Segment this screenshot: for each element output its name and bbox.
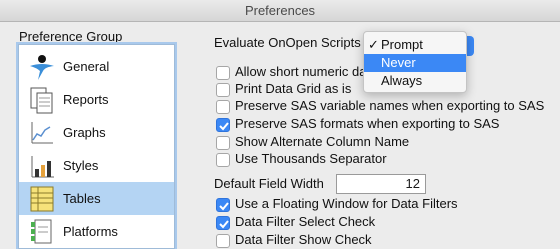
data-filter-select-check-checkbox[interactable] xyxy=(216,216,230,230)
sidebar-item-graphs[interactable]: Graphs xyxy=(19,116,174,149)
preserve-sas-formats-checkbox[interactable] xyxy=(216,118,230,132)
evaluate-onopen-menu[interactable]: ✓ Prompt Never Always xyxy=(363,31,467,93)
floating-window-filters-checkbox[interactable] xyxy=(216,198,230,212)
sidebar-item-label: Graphs xyxy=(63,125,106,140)
sidebar-item-styles[interactable]: Styles xyxy=(19,149,174,182)
menu-checkmark-icon: ✓ xyxy=(368,37,379,52)
sidebar-item-label: General xyxy=(63,59,110,74)
reports-icon xyxy=(30,87,53,114)
print-data-grid-checkbox[interactable] xyxy=(216,83,230,97)
preserve-sas-formats-label: Preserve SAS formats when exporting to S… xyxy=(235,116,500,131)
preference-group-label: Preference Group xyxy=(19,29,123,44)
platforms-icon xyxy=(31,219,52,244)
checkmark-icon xyxy=(219,220,229,229)
window-title: Preferences xyxy=(0,0,560,22)
thousands-separator-checkbox[interactable] xyxy=(216,153,230,167)
thousands-separator-label: Use Thousands Separator xyxy=(235,151,387,166)
sidebar-item-tables[interactable]: Tables xyxy=(19,182,174,215)
sidebar-item-label: Reports xyxy=(63,92,109,107)
data-filter-select-check-label: Data Filter Select Check xyxy=(235,214,376,229)
preserve-sas-names-checkbox[interactable] xyxy=(216,100,230,114)
general-icon xyxy=(30,55,54,80)
print-data-grid-label: Print Data Grid as is xyxy=(235,81,352,96)
styles-icon xyxy=(31,156,54,178)
sidebar-item-label: Styles xyxy=(63,158,99,173)
sidebar-item-general[interactable]: General xyxy=(19,50,174,83)
sidebar-item-reports[interactable]: Reports xyxy=(19,83,174,116)
checkmark-icon xyxy=(219,202,229,211)
allow-short-numeric-checkbox[interactable] xyxy=(216,66,230,80)
menu-item-never[interactable]: Never xyxy=(364,54,466,72)
sidebar-item-label: Platforms xyxy=(63,224,118,239)
allow-short-numeric-label: Allow short numeric da xyxy=(235,64,367,79)
graphs-icon xyxy=(31,122,53,144)
sidebar-item-label: Tables xyxy=(63,191,101,206)
preference-group-list[interactable]: General Reports Graphs Styles Tables Pla… xyxy=(18,44,175,249)
data-filter-show-check-label: Data Filter Show Check xyxy=(235,232,372,247)
checkmark-icon xyxy=(219,122,229,131)
show-alternate-column-checkbox[interactable] xyxy=(216,136,230,150)
default-field-width-label: Default Field Width xyxy=(214,176,324,191)
preserve-sas-names-label: Preserve SAS variable names when exporti… xyxy=(235,98,545,113)
menu-item-prompt[interactable]: ✓ Prompt xyxy=(364,36,466,54)
sidebar-item-platforms[interactable]: Platforms xyxy=(19,215,174,248)
floating-window-filters-label: Use a Floating Window for Data Filters xyxy=(235,196,458,211)
show-alternate-column-label: Show Alternate Column Name xyxy=(235,134,410,149)
default-field-width-input[interactable]: 12 xyxy=(336,174,426,194)
menu-item-always[interactable]: Always xyxy=(364,72,466,90)
evaluate-onopen-label: Evaluate OnOpen Scripts xyxy=(214,35,361,50)
tables-icon xyxy=(30,186,54,212)
data-filter-show-check-checkbox[interactable] xyxy=(216,234,230,248)
